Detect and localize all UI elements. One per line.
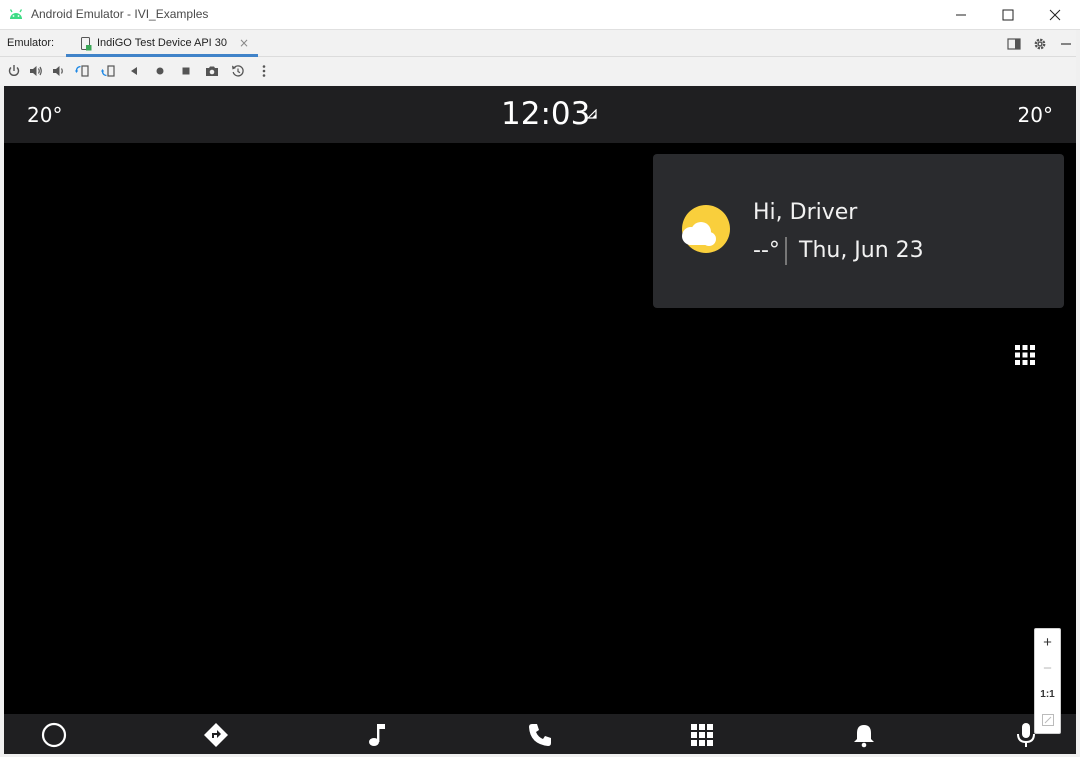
zoom-actual-size-button[interactable]: 1:1 (1035, 681, 1060, 707)
volume-up-icon (30, 66, 42, 76)
car-status-bar: 20° 12:03 20° (4, 86, 1076, 143)
device-icon (81, 37, 92, 51)
rotate-right-button[interactable] (100, 63, 116, 79)
navigation-icon (204, 723, 228, 747)
gear-icon (1034, 38, 1046, 50)
driver-temperature[interactable]: 20° (27, 103, 62, 127)
back-button[interactable] (126, 63, 142, 79)
bell-icon (854, 725, 874, 748)
fit-screen-icon (1041, 714, 1054, 726)
nav-phone-button[interactable] (526, 721, 554, 749)
camera-icon (206, 66, 218, 76)
car-nav-bar (4, 714, 1076, 754)
minimize-icon (956, 14, 966, 16)
nav-music-button[interactable] (364, 721, 392, 749)
rotate-right-icon (101, 65, 115, 77)
panel-layout-icon (1007, 38, 1021, 50)
android-icon (9, 9, 23, 19)
replay-icon (232, 65, 244, 77)
window-titlebar: Android Emulator - IVI_Examples (0, 0, 1080, 30)
nav-apps-button[interactable] (688, 721, 716, 749)
overview-button[interactable] (178, 63, 194, 79)
more-icon (262, 65, 266, 77)
tab-device[interactable]: IndiGO Test Device API 30 × (66, 30, 258, 57)
close-button[interactable] (1032, 0, 1078, 30)
zoom-out-button[interactable]: − (1035, 655, 1060, 681)
clock: 12:03 (501, 96, 591, 132)
minus-icon (1061, 43, 1071, 45)
home-icon (156, 67, 164, 75)
date-text: Thu, Jun 23 (799, 238, 924, 263)
layout-toggle-button[interactable] (1006, 36, 1022, 52)
emulator-toolbar (0, 57, 1080, 85)
rotate-left-button[interactable] (74, 63, 90, 79)
maximize-icon (1002, 9, 1014, 21)
home-button[interactable] (152, 63, 168, 79)
emulator-screen[interactable]: 20° 12:03 20° Hi, Driver --° Thu, Jun 23 (4, 86, 1076, 754)
zoom-in-button[interactable]: + (1035, 629, 1060, 655)
volume-down-button[interactable] (50, 63, 66, 79)
maximize-button[interactable] (985, 0, 1031, 30)
zoom-fit-button[interactable] (1035, 707, 1060, 733)
nav-notifications-button[interactable] (850, 721, 878, 749)
passenger-temperature[interactable]: 20° (1018, 103, 1053, 127)
partly-cloudy-icon (682, 205, 730, 253)
emulator-label: Emulator: (7, 37, 55, 49)
signal-icon (587, 109, 597, 119)
volume-up-button[interactable] (28, 63, 44, 79)
app-grid-icon[interactable] (1014, 344, 1036, 366)
hide-panel-button[interactable] (1058, 36, 1074, 52)
tab-close-icon[interactable]: × (239, 36, 249, 50)
screenshot-button[interactable] (204, 63, 220, 79)
power-button[interactable] (6, 63, 22, 79)
overview-icon (182, 67, 190, 75)
settings-button[interactable] (1032, 36, 1048, 52)
greeting-text: Hi, Driver (753, 200, 858, 225)
phone-icon (529, 724, 551, 746)
nav-home-button[interactable] (40, 721, 68, 749)
rotate-left-icon (75, 65, 89, 77)
back-icon (131, 67, 137, 75)
window-border-right (1076, 30, 1080, 757)
outside-temperature: --° (753, 238, 780, 263)
more-button[interactable] (256, 63, 272, 79)
window-title: Android Emulator - IVI_Examples (31, 7, 209, 21)
snapshot-button[interactable] (230, 63, 246, 79)
apps-icon (691, 724, 713, 746)
volume-down-icon (53, 66, 63, 76)
card-divider (785, 237, 787, 265)
greeting-card[interactable]: Hi, Driver --° Thu, Jun 23 (653, 154, 1064, 308)
music-icon (369, 724, 385, 746)
tab-label: IndiGO Test Device API 30 (97, 37, 228, 49)
nav-maps-button[interactable] (202, 721, 230, 749)
emulator-tabbar: Emulator: IndiGO Test Device API 30 × (0, 30, 1080, 57)
power-icon (8, 65, 20, 76)
zoom-controls: + − 1:1 (1034, 628, 1061, 734)
close-icon (1049, 9, 1061, 21)
minimize-button[interactable] (938, 0, 984, 30)
home-circle-icon (41, 722, 67, 748)
